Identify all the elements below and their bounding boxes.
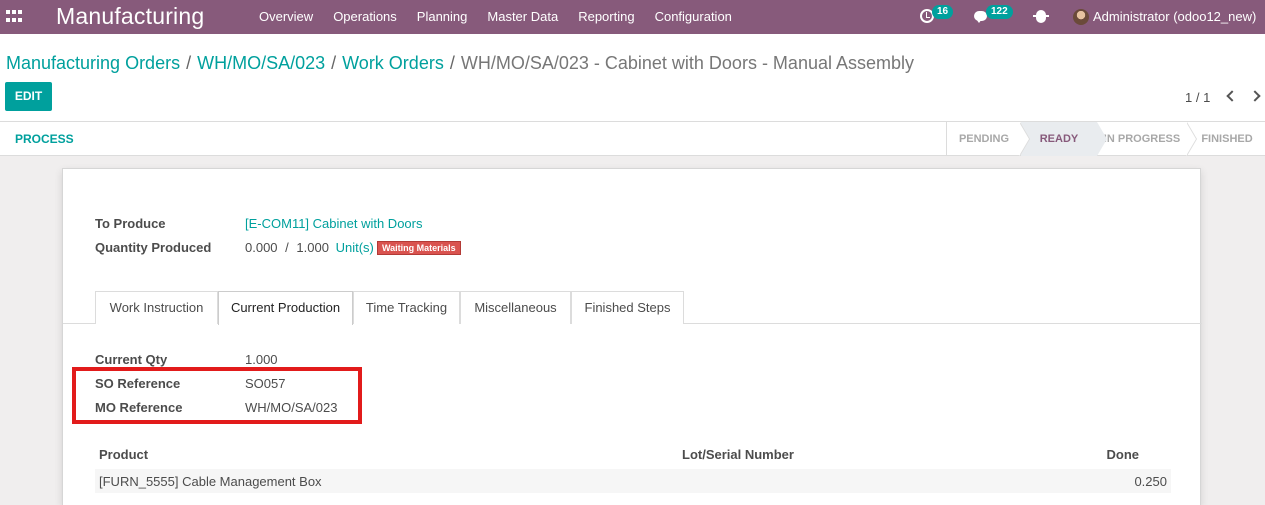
breadcrumb-separator: / (186, 53, 192, 73)
column-product: Product (99, 447, 149, 462)
quantity-produced-value: 0.000 / 1.000 Unit(s) (245, 240, 374, 255)
stage-pipeline: PENDING READY IN PROGRESS FINISHED (946, 122, 1253, 156)
top-navbar: Manufacturing Overview Operations Planni… (0, 0, 1265, 34)
pager-next-button[interactable] (1249, 88, 1264, 104)
column-lot-serial: Lot/Serial Number (682, 447, 794, 462)
breadcrumb: Manufacturing Orders / WH/MO/SA/023/Work O… (6, 52, 914, 74)
highlight-annotation-box (72, 367, 362, 424)
breadcrumb-separator: / (331, 53, 337, 73)
menu-item-configuration[interactable]: Configuration (645, 0, 742, 34)
breadcrumb-current: WH/MO/SA/023 - Cabinet with Doors - Manu… (460, 53, 914, 73)
qty-separator: / (285, 240, 289, 255)
chevron-right-icon (1249, 90, 1261, 102)
pager-previous-button[interactable] (1225, 88, 1239, 104)
statusbar: PROCESS PENDING READY IN PROGRESS FINISH… (0, 122, 1265, 156)
uom-link[interactable]: Unit(s) (333, 240, 374, 255)
stage-finished[interactable]: FINISHED (1187, 122, 1265, 156)
user-menu[interactable]: Administrator (odoo12_new) (1093, 0, 1256, 34)
row-product: [FURN_5555] Cable Management Box (99, 474, 322, 489)
process-button[interactable]: PROCESS (15, 122, 74, 156)
qty-total: 1.000 (296, 240, 329, 255)
stage-ready[interactable]: READY (1021, 122, 1097, 156)
message-count-badge: 122 (986, 5, 1013, 19)
breadcrumb-manufacturing-orders[interactable]: Manufacturing Orders (6, 53, 180, 73)
menu-item-operations[interactable]: Operations (323, 0, 407, 34)
stage-in-progress[interactable]: IN PROGRESS (1097, 122, 1187, 156)
control-panel: Manufacturing Orders / WH/MO/SA/023/Work O… (0, 34, 1265, 122)
current-qty-label: Current Qty (95, 352, 168, 367)
breadcrumb-work-orders[interactable]: Work Orders (342, 53, 444, 73)
edit-button[interactable]: EDIT (5, 82, 52, 111)
quantity-produced-label: Quantity Produced (95, 240, 212, 255)
chevron-left-icon (1226, 90, 1238, 102)
notebook-tabs: Work Instruction Current Production Time… (63, 291, 1202, 325)
stage-arrow-divider (1019, 122, 1029, 156)
state-badge: Waiting Materials (377, 241, 461, 255)
tab-miscellaneous[interactable]: Miscellaneous (460, 291, 571, 324)
qty-produced: 0.000 (245, 240, 278, 255)
main-menu: Overview Operations Planning Master Data… (249, 0, 742, 34)
menu-item-planning[interactable]: Planning (407, 0, 478, 34)
to-produce-label: To Produce (95, 216, 166, 231)
table-header: Product Lot/Serial Number Done (95, 447, 1171, 469)
tab-current-production[interactable]: Current Production (218, 291, 353, 325)
pager-value: 1 / 1 (1185, 90, 1211, 105)
tab-finished-steps[interactable]: Finished Steps (571, 291, 684, 324)
menu-item-reporting[interactable]: Reporting (568, 0, 644, 34)
stage-arrow-active (1097, 122, 1107, 156)
user-avatar[interactable] (1073, 9, 1089, 25)
stage-pending[interactable]: PENDING (947, 122, 1021, 156)
menu-item-master-data[interactable]: Master Data (477, 0, 568, 34)
table-row[interactable]: [FURN_5555] Cable Management Box 0.250 (95, 469, 1171, 493)
stage-arrow-divider (1186, 122, 1196, 156)
current-qty-value: 1.000 (245, 352, 278, 367)
breadcrumb-separator: / (449, 53, 455, 73)
breadcrumb-mo[interactable]: WH/MO/SA/023 (197, 53, 325, 73)
menu-item-overview[interactable]: Overview (249, 0, 323, 34)
column-done: Done (1106, 447, 1140, 462)
debug-bug-icon[interactable] (1033, 10, 1049, 23)
activity-count-badge: 16 (932, 5, 954, 19)
app-name[interactable]: Manufacturing (56, 3, 204, 30)
apps-menu-icon[interactable] (6, 10, 22, 24)
tab-time-tracking[interactable]: Time Tracking (353, 291, 460, 324)
row-done: 0.250 (1134, 474, 1167, 489)
to-produce-link[interactable]: [E-COM11] Cabinet with Doors (245, 216, 423, 231)
tab-work-instruction[interactable]: Work Instruction (95, 291, 218, 324)
form-sheet: To Produce [E-COM11] Cabinet with Doors … (62, 168, 1202, 505)
